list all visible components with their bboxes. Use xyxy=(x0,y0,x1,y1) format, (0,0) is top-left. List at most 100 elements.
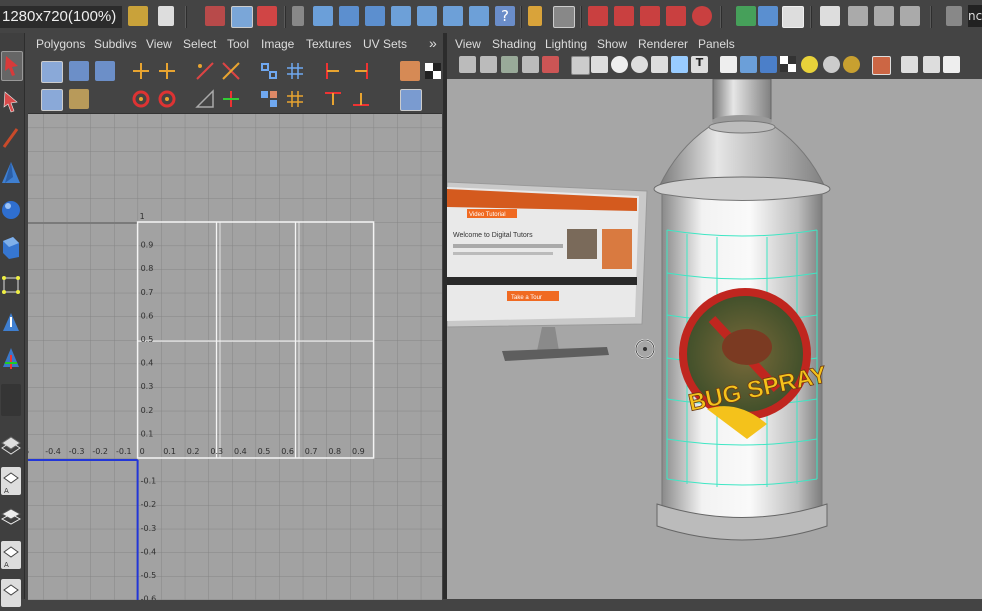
uv-texture-borders-icon[interactable] xyxy=(69,89,89,109)
open-scene-icon[interactable] xyxy=(128,6,148,26)
menu-image[interactable]: Image xyxy=(261,37,294,51)
menu-panels[interactable]: Panels xyxy=(698,37,735,51)
align-left-icon[interactable] xyxy=(323,61,343,81)
safe-action-icon[interactable] xyxy=(671,56,688,73)
soft-mod-icon[interactable] xyxy=(1,309,21,337)
align-top-icon[interactable] xyxy=(323,89,343,109)
input-ops-icon[interactable] xyxy=(553,6,575,28)
channel-box-icon[interactable] xyxy=(758,6,778,26)
command-field[interactable]: nc xyxy=(968,5,982,27)
wireframe-on-shaded-icon[interactable] xyxy=(760,56,777,73)
align-bottom-icon[interactable] xyxy=(351,89,371,109)
lighting-default-icon[interactable] xyxy=(801,56,818,73)
snap-surface-icon[interactable] xyxy=(417,6,437,26)
isolate-select-icon[interactable] xyxy=(872,56,891,75)
bookmarks-icon[interactable] xyxy=(501,56,518,73)
layout-custom-icon[interactable] xyxy=(1,579,21,607)
snap-plane-icon[interactable] xyxy=(391,6,411,26)
render-current-icon[interactable] xyxy=(640,6,660,26)
help-icon[interactable]: ? xyxy=(495,6,515,26)
snap-vertex-icon[interactable] xyxy=(443,6,463,26)
move-sew-icon[interactable] xyxy=(221,89,241,109)
select-component-icon[interactable] xyxy=(257,6,277,26)
2d-pan-zoom-icon[interactable] xyxy=(542,56,559,73)
camera-attributes-icon[interactable] xyxy=(480,56,497,73)
attribute-editor-icon[interactable] xyxy=(782,6,804,28)
menu-view[interactable]: View xyxy=(146,37,172,51)
lasso-tool-icon[interactable] xyxy=(1,88,21,116)
split-uv-icon[interactable] xyxy=(195,89,215,109)
menu-show[interactable]: Show xyxy=(597,37,627,51)
snap-point-icon[interactable] xyxy=(365,6,385,26)
field-chart-icon[interactable] xyxy=(651,56,668,73)
menu-select[interactable]: Select xyxy=(183,37,216,51)
uv-smooth-icon[interactable] xyxy=(69,61,89,81)
manipulator-icon[interactable] xyxy=(1,271,21,299)
uv-shaded-icon[interactable] xyxy=(41,89,63,111)
rotate-ccw-icon[interactable] xyxy=(131,89,151,109)
menu-set-icon[interactable] xyxy=(292,6,304,26)
quick-select-icon[interactable] xyxy=(946,6,962,26)
save-scene-icon[interactable] xyxy=(158,6,174,26)
gate-mask-icon[interactable] xyxy=(631,56,648,73)
show-manipulator-icon[interactable] xyxy=(1,345,21,373)
perspective-viewport[interactable]: Video Tutorial Welcome to Digital Tutors… xyxy=(447,79,982,599)
paint-select-icon[interactable] xyxy=(1,123,21,151)
outliner-icon[interactable] xyxy=(874,6,894,26)
display-image-icon[interactable] xyxy=(400,61,420,81)
smooth-shade-icon[interactable] xyxy=(740,56,757,73)
cut-uv-icon[interactable] xyxy=(195,61,215,81)
xray-icon[interactable] xyxy=(901,56,918,73)
layout-four-icon[interactable]: A xyxy=(1,467,21,495)
uv-lattice-icon[interactable] xyxy=(95,61,115,81)
grid-toggle-icon[interactable] xyxy=(571,56,590,75)
layout-uv-icon[interactable] xyxy=(259,61,279,81)
rotate-tool-icon[interactable] xyxy=(1,196,21,224)
move-tool-icon[interactable] xyxy=(1,159,21,187)
menu-shading[interactable]: Shading xyxy=(492,37,536,51)
layout-side-icon[interactable] xyxy=(0,503,22,531)
unfold-icon[interactable] xyxy=(259,89,279,109)
menu-tool[interactable]: Tool xyxy=(227,37,249,51)
uv-wireframe-icon[interactable] xyxy=(41,61,63,83)
wireframe-mode-icon[interactable] xyxy=(720,56,737,73)
snap-curve-icon[interactable] xyxy=(339,6,359,26)
checker-icon[interactable] xyxy=(425,63,441,79)
relax-icon[interactable] xyxy=(285,89,305,109)
menu-polygons[interactable]: Polygons xyxy=(36,37,85,51)
graph-editor-icon[interactable] xyxy=(900,6,920,26)
snap-grid-icon[interactable] xyxy=(313,6,333,26)
menu-textures[interactable]: Textures xyxy=(306,37,351,51)
layout-uv-icon[interactable]: A xyxy=(1,541,21,569)
image-plane-icon[interactable] xyxy=(522,56,539,73)
uv-editor-canvas[interactable]: 1 0.9 0.8 0.7 0.6 0.5 0.4 0.3 0.2 0.1 .5 -0.4 -0.3 -0… xyxy=(28,113,442,600)
shadows-icon[interactable] xyxy=(843,56,860,73)
flip-u-icon[interactable] xyxy=(131,61,151,81)
lighting-all-icon[interactable] xyxy=(823,56,840,73)
textured-icon[interactable] xyxy=(780,56,797,73)
resolution-gate-icon[interactable] xyxy=(611,56,628,73)
lock-icon[interactable] xyxy=(528,6,542,26)
flip-v-icon[interactable] xyxy=(157,61,177,81)
menu-view[interactable]: View xyxy=(455,37,481,51)
film-gate-icon[interactable] xyxy=(591,56,608,73)
menu-renderer[interactable]: Renderer xyxy=(638,37,688,51)
ipr-render-icon[interactable] xyxy=(666,6,686,26)
render-settings-icon[interactable] xyxy=(692,6,712,26)
select-object-icon[interactable] xyxy=(231,6,253,28)
align-right-icon[interactable] xyxy=(351,61,371,81)
uv-snapshot-icon[interactable] xyxy=(400,89,422,111)
render-view-icon[interactable] xyxy=(614,6,634,26)
safe-title-icon[interactable]: T xyxy=(691,56,708,73)
camera-select-icon[interactable] xyxy=(459,56,476,73)
expand-menu-icon[interactable]: » xyxy=(429,35,437,51)
make-live-icon[interactable] xyxy=(469,6,489,26)
layer-editor-icon[interactable] xyxy=(848,6,868,26)
menu-uv-sets[interactable]: UV Sets xyxy=(363,37,407,51)
sew-uv-icon[interactable] xyxy=(221,61,241,81)
menu-subdivs[interactable]: Subdivs xyxy=(94,37,137,51)
share-icon[interactable] xyxy=(943,56,960,73)
scale-tool-icon[interactable] xyxy=(1,233,21,261)
xray-joints-icon[interactable] xyxy=(923,56,940,73)
tool-settings-icon[interactable] xyxy=(820,6,840,26)
